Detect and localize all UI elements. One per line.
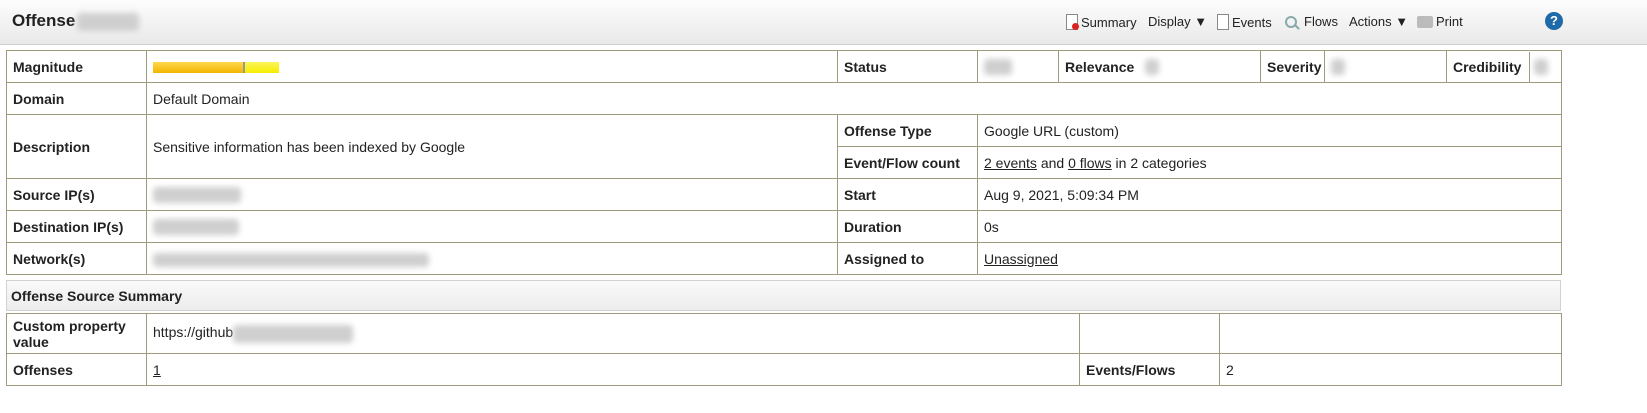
events-flows-value: 2 bbox=[1219, 353, 1562, 386]
row-magnitude: Magnitude Status Relevance Severity Cred… bbox=[6, 50, 1562, 83]
event-flow-count-label: Event/Flow count bbox=[837, 146, 978, 179]
redacted-status bbox=[984, 59, 1012, 76]
events-button[interactable]: Events bbox=[1217, 14, 1272, 30]
page-title: Offense bbox=[12, 11, 140, 31]
summary-button[interactable]: Summary bbox=[1066, 14, 1137, 30]
and-text: and bbox=[1040, 154, 1065, 171]
page-title-text: Offense bbox=[12, 11, 76, 30]
offenses-value-cell: 1 bbox=[146, 353, 1080, 386]
header-bar: Offense Summary Display ▼ Events Flows A… bbox=[0, 0, 1647, 45]
severity-label: Severity bbox=[1260, 50, 1325, 83]
duration-value: 0s bbox=[977, 210, 1562, 243]
start-label: Start bbox=[837, 178, 978, 211]
categories-text: in 2 categories bbox=[1115, 154, 1207, 171]
offenses-label: Offenses bbox=[6, 353, 147, 386]
source-summary-header: Offense Source Summary bbox=[6, 280, 1561, 311]
assigned-to-link[interactable]: Unassigned bbox=[984, 251, 1058, 267]
row-domain: Domain Default Domain bbox=[6, 82, 1562, 115]
summary-icon bbox=[1066, 14, 1079, 30]
empty-cell-a bbox=[1079, 313, 1220, 354]
assigned-to-value: Unassigned bbox=[977, 242, 1562, 275]
redacted-relevance bbox=[1145, 58, 1159, 75]
severity-value bbox=[1324, 50, 1447, 83]
actions-menu[interactable]: Actions ▼ bbox=[1349, 14, 1408, 29]
domain-value: Default Domain bbox=[146, 82, 1562, 115]
flows-icon bbox=[1285, 15, 1297, 28]
events-flows-label: Events/Flows bbox=[1079, 353, 1220, 386]
row-custom-property: Custom property value https://github bbox=[6, 313, 1562, 354]
redacted-networks bbox=[153, 252, 429, 267]
print-icon bbox=[1417, 15, 1433, 28]
flows-link[interactable]: 0 flows bbox=[1068, 155, 1112, 171]
magnitude-label: Magnitude bbox=[6, 50, 147, 83]
print-label: Print bbox=[1436, 14, 1463, 29]
offense-type-label: Offense Type bbox=[837, 114, 978, 147]
offense-details-table: Magnitude Status Relevance Severity Cred… bbox=[6, 50, 1562, 275]
events-label: Events bbox=[1232, 14, 1272, 30]
events-link[interactable]: 2 events bbox=[984, 155, 1037, 171]
relevance-label: Relevance bbox=[1065, 58, 1135, 75]
custom-property-label: Custom property value bbox=[6, 313, 147, 354]
display-label: Display ▼ bbox=[1148, 14, 1208, 29]
row-description-a: Description Sensitive information has be… bbox=[6, 114, 1562, 179]
credibility-cell: Credibility bbox=[1446, 50, 1562, 83]
networks-label: Network(s) bbox=[6, 242, 147, 275]
duration-label: Duration bbox=[837, 210, 978, 243]
credibility-label: Credibility bbox=[1447, 51, 1530, 82]
magnitude-bar-primary bbox=[153, 62, 243, 74]
redacted-offense-id bbox=[77, 12, 140, 31]
offense-type-value: Google URL (custom) bbox=[977, 114, 1562, 147]
source-ip-value bbox=[146, 178, 838, 211]
description-value: Sensitive information has been indexed b… bbox=[146, 114, 838, 179]
magnitude-cell bbox=[146, 50, 838, 83]
status-value bbox=[977, 50, 1059, 83]
source-summary-table: Custom property value https://github Off… bbox=[6, 313, 1562, 386]
offenses-link[interactable]: 1 bbox=[153, 362, 161, 378]
actions-label: Actions ▼ bbox=[1349, 14, 1409, 29]
redacted-credibility bbox=[1534, 58, 1548, 75]
assigned-to-label: Assigned to bbox=[837, 242, 978, 275]
relevance-label-cell: Relevance bbox=[1058, 50, 1261, 83]
destination-ip-label: Destination IP(s) bbox=[6, 210, 147, 243]
row-source-ip: Source IP(s) Start Aug 9, 2021, 5:09:34 … bbox=[6, 178, 1562, 211]
events-icon bbox=[1217, 14, 1229, 30]
destination-ip-value bbox=[146, 210, 838, 243]
redacted-severity bbox=[1331, 59, 1345, 76]
redacted-destination-ip bbox=[153, 219, 239, 236]
empty-cell-b bbox=[1219, 313, 1562, 354]
print-button[interactable]: Print bbox=[1417, 14, 1463, 29]
redacted-custom-property bbox=[233, 324, 354, 343]
custom-property-value-cell: https://github bbox=[146, 313, 1080, 354]
help-icon[interactable]: ? bbox=[1545, 12, 1563, 30]
summary-label: Summary bbox=[1081, 14, 1137, 30]
start-value: Aug 9, 2021, 5:09:34 PM bbox=[977, 178, 1562, 211]
domain-label: Domain bbox=[6, 82, 147, 115]
description-label: Description bbox=[6, 114, 147, 179]
flows-label: Flows bbox=[1304, 14, 1338, 29]
custom-property-value: https://github bbox=[153, 324, 234, 341]
status-label: Status bbox=[837, 50, 978, 83]
magnitude-bar-secondary bbox=[245, 62, 279, 74]
redacted-source-ip bbox=[153, 187, 241, 204]
event-flow-count-value: 2 events and 0 flows in 2 categories bbox=[977, 146, 1562, 179]
networks-value bbox=[146, 242, 838, 275]
flows-button[interactable]: Flows bbox=[1285, 14, 1338, 29]
row-networks: Network(s) Assigned to Unassigned bbox=[6, 242, 1562, 275]
source-ip-label: Source IP(s) bbox=[6, 178, 147, 211]
row-offenses: Offenses 1 Events/Flows 2 bbox=[6, 353, 1562, 386]
display-menu[interactable]: Display ▼ bbox=[1148, 14, 1207, 29]
row-destination-ip: Destination IP(s) Duration 0s bbox=[6, 210, 1562, 243]
